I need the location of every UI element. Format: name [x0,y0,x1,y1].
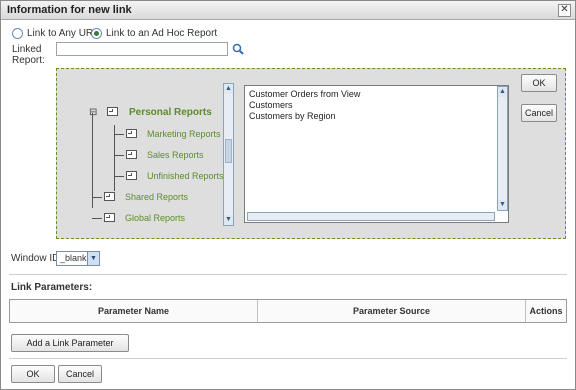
dialog-titlebar: Information for new link ✕ [1,1,575,20]
window-id-label: Window ID: [11,253,63,264]
link-adhoc-radio[interactable] [91,28,102,39]
tree-item-unfinished-reports[interactable]: Unfinished Reports [147,171,224,181]
scroll-down-icon[interactable]: ▼ [498,200,507,210]
divider [9,358,567,359]
cancel-button[interactable]: Cancel [58,365,102,383]
linked-report-input[interactable] [56,42,228,56]
scroll-thumb[interactable] [225,139,232,163]
column-header-parameter-name: Parameter Name [10,300,258,322]
scroll-up-icon[interactable]: ▲ [498,87,507,97]
chooser-ok-button[interactable]: OK [521,74,557,92]
list-vscrollbar[interactable]: ▲ ▼ [497,86,508,211]
list-item[interactable]: Customer Orders from View [249,89,360,99]
folder-icon [126,129,137,138]
divider [9,274,567,275]
collapse-toggle-icon[interactable]: ⊟ [89,107,97,118]
folder-icon [126,150,137,159]
tree-item-global-reports[interactable]: Global Reports [125,213,185,223]
linked-report-label-2: Report: [12,55,45,66]
list-item[interactable]: Customers [249,100,293,110]
ok-button[interactable]: OK [11,365,55,383]
search-icon[interactable] [232,43,244,55]
report-chooser-panel: ⊟ Personal Reports Marketing Reports Sal… [56,68,566,239]
link-adhoc-label[interactable]: Link to an Ad Hoc Report [106,28,217,39]
chevron-down-icon[interactable]: ▼ [87,252,99,265]
scroll-up-icon[interactable]: ▲ [224,84,233,94]
dialog-title: Information for new link [7,4,132,16]
list-hscrollbar[interactable] [247,212,495,221]
list-item[interactable]: Customers by Region [249,111,336,121]
add-link-parameter-button[interactable]: Add a Link Parameter [11,334,129,352]
report-folder-tree: ⊟ Personal Reports Marketing Reports Sal… [69,81,224,223]
folder-icon [104,192,115,201]
link-parameters-table: Parameter Name Parameter Source Actions [9,299,567,323]
link-any-url-radio[interactable] [12,28,23,39]
tree-item-sales-reports[interactable]: Sales Reports [147,150,204,160]
tree-scrollbar[interactable]: ▲ ▼ [223,83,234,226]
tree-item-marketing-reports[interactable]: Marketing Reports [147,129,221,139]
new-link-dialog: Information for new link ✕ Link to Any U… [0,0,576,390]
folder-icon [104,213,115,222]
close-icon[interactable]: ✕ [558,4,571,17]
window-id-select[interactable]: _blank ▼ [56,251,100,266]
window-id-value: _blank [60,253,87,263]
link-any-url-label[interactable]: Link to Any URL [27,28,99,39]
tree-item-personal-reports[interactable]: Personal Reports [129,107,212,118]
reports-listbox[interactable]: Customer Orders from View Customers Cust… [244,85,509,223]
tree-item-shared-reports[interactable]: Shared Reports [125,192,188,202]
column-header-parameter-source: Parameter Source [258,300,526,322]
scroll-down-icon[interactable]: ▼ [224,215,233,225]
link-parameters-label: Link Parameters: [11,282,93,293]
column-header-actions: Actions [529,306,563,316]
linked-report-label: Linked [12,44,42,55]
folder-icon [126,171,137,180]
chooser-cancel-button[interactable]: Cancel [521,104,557,122]
folder-icon [107,107,118,116]
